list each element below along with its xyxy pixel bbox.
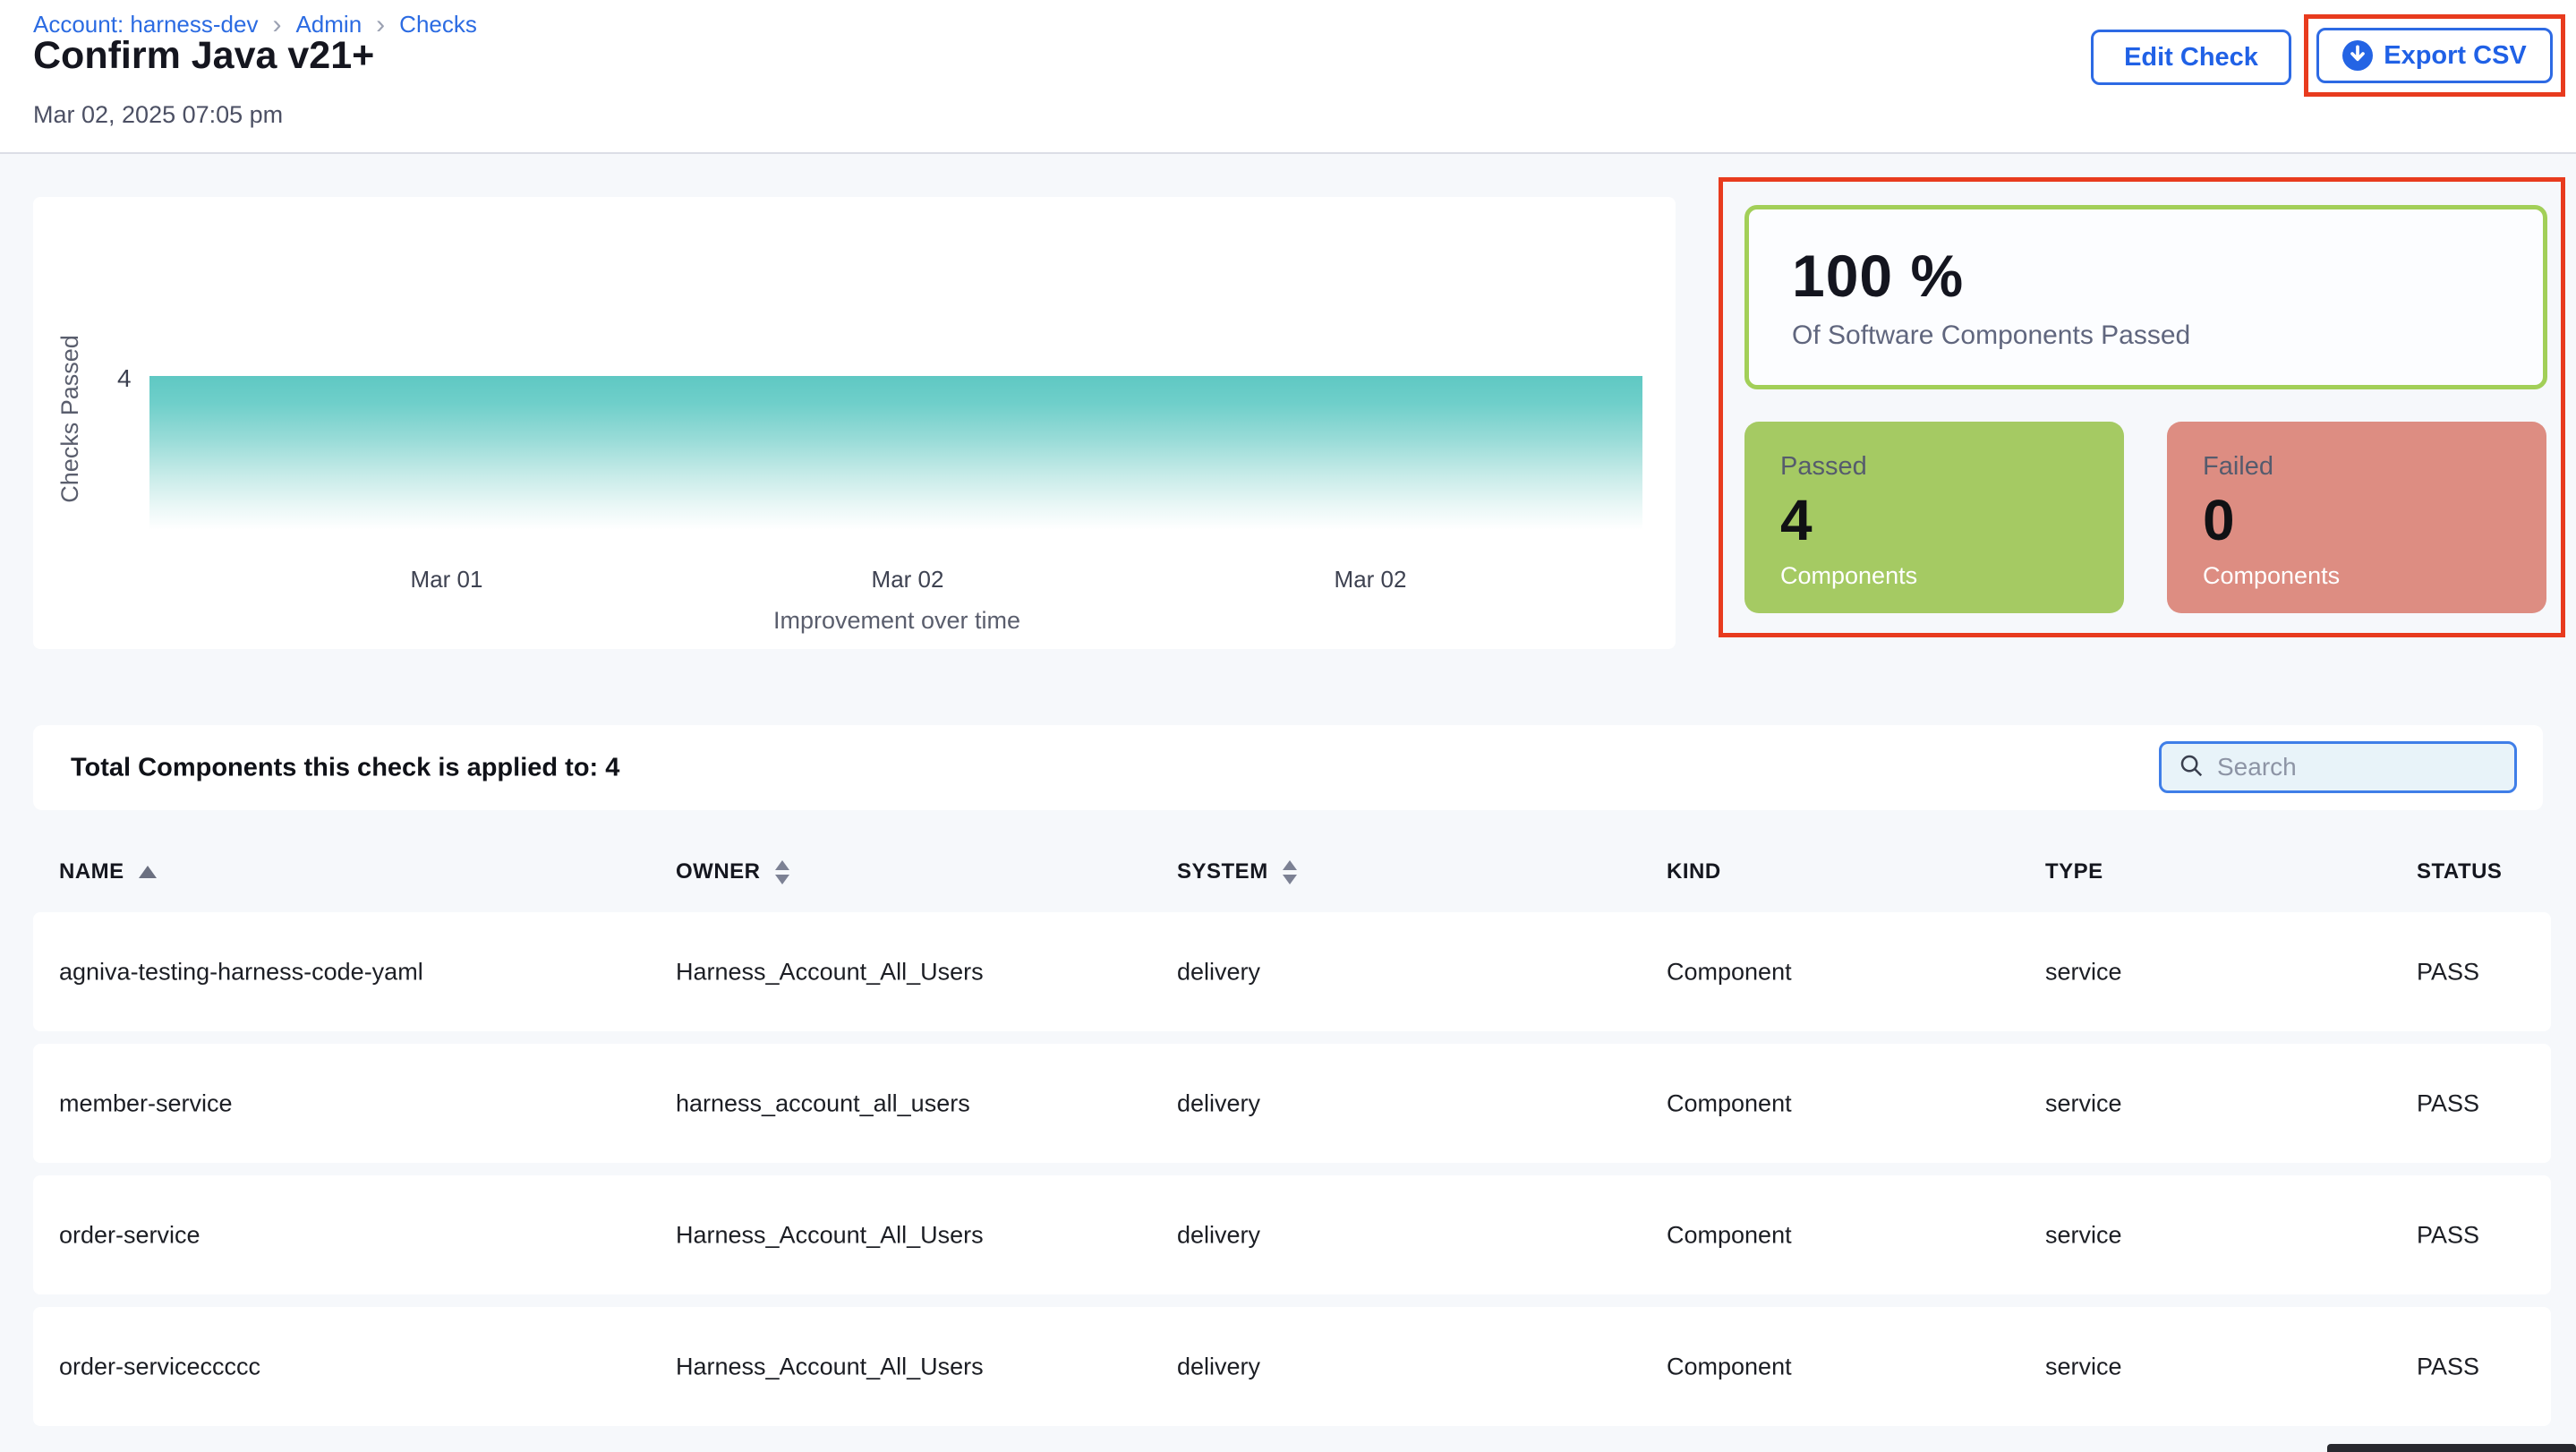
breadcrumb-separator: › (272, 13, 281, 37)
column-header-owner[interactable]: OWNER (676, 859, 789, 884)
column-header-status: STATUS (2417, 859, 2502, 884)
cell-kind: Component (1667, 1221, 1792, 1249)
cell-status: PASS (2417, 1353, 2479, 1380)
y-axis-label: Checks Passed (56, 335, 84, 503)
table-header-row: NAME OWNER SYSTEM KIND TYPE STATUS (33, 846, 2551, 898)
x-axis-caption: Improvement over time (773, 607, 1020, 635)
sort-toggle-icon (1283, 860, 1297, 884)
column-label: NAME (59, 859, 124, 884)
percent-passed-value: 100 % (1792, 242, 2543, 310)
column-header-kind: KIND (1667, 859, 1721, 884)
export-csv-label: Export CSV (2384, 41, 2527, 71)
export-csv-button[interactable]: Export CSV (2316, 28, 2553, 83)
y-axis-tick: 4 (117, 364, 132, 393)
cell-kind: Component (1667, 958, 1792, 986)
cell-status: PASS (2417, 1089, 2479, 1117)
page-title: Confirm Java v21+ (33, 34, 374, 78)
cell-owner: Harness_Account_All_Users (676, 1221, 984, 1249)
cell-name: agniva-testing-harness-code-yaml (59, 958, 423, 986)
x-axis-tick: Mar 01 (411, 566, 483, 594)
breadcrumb-link[interactable]: Checks (399, 11, 477, 38)
column-label: KIND (1667, 859, 1721, 884)
cell-owner: Harness_Account_All_Users (676, 958, 984, 986)
cell-type: service (2045, 1089, 2122, 1117)
search-icon (2178, 752, 2205, 783)
cell-kind: Component (1667, 1089, 1792, 1117)
table-row[interactable]: agniva-testing-harness-code-yaml Harness_… (33, 912, 2551, 1031)
search-box[interactable] (2159, 741, 2517, 793)
search-input[interactable] (2217, 753, 2540, 782)
breadcrumb-separator: › (376, 13, 385, 37)
cell-type: service (2045, 958, 2122, 986)
column-label: STATUS (2417, 859, 2502, 884)
cell-name: member-service (59, 1089, 233, 1117)
stats-annotation-box: 100 % Of Software Components Passed Pass… (1719, 177, 2565, 637)
passed-unit: Components (1780, 562, 2124, 590)
table-body: agniva-testing-harness-code-yaml Harness_… (33, 912, 2551, 1439)
table-row[interactable]: order-serviceccccc Harness_Account_All_Us… (33, 1307, 2551, 1426)
column-label: TYPE (2045, 859, 2103, 884)
cell-owner: Harness_Account_All_Users (676, 1353, 984, 1380)
column-label: SYSTEM (1177, 859, 1268, 884)
edit-check-button[interactable]: Edit Check (2091, 30, 2291, 85)
main-content: Checks Passed 4 Mar 01 Mar 02 Mar 02 Impro… (0, 156, 2576, 1452)
x-axis-labels: Mar 01 Mar 02 Mar 02 (33, 566, 1676, 598)
cell-owner: harness_account_all_users (676, 1089, 970, 1117)
cell-name: order-service (59, 1221, 200, 1249)
percent-passed-card: 100 % Of Software Components Passed (1744, 205, 2547, 389)
sort-toggle-icon (775, 860, 789, 884)
table-row[interactable]: order-service Harness_Account_All_Users de… (33, 1175, 2551, 1294)
area-series (149, 376, 1642, 530)
total-components-bar: Total Components this check is applied t… (33, 725, 2543, 810)
failed-unit: Components (2203, 562, 2546, 590)
table-row[interactable]: member-service harness_account_all_users d… (33, 1044, 2551, 1163)
cell-status: PASS (2417, 958, 2479, 986)
percent-passed-caption: Of Software Components Passed (1792, 320, 2543, 351)
cell-kind: Component (1667, 1353, 1792, 1380)
column-label: OWNER (676, 859, 761, 884)
total-components-label: Total Components this check is applied t… (71, 753, 619, 782)
column-header-type: TYPE (2045, 859, 2103, 884)
check-timestamp: Mar 02, 2025 07:05 pm (33, 101, 283, 129)
cell-system: delivery (1177, 1353, 1260, 1380)
failed-label: Failed (2203, 452, 2546, 482)
bottom-scrollbar-thumb[interactable] (2327, 1444, 2576, 1452)
download-circle-icon (2342, 40, 2373, 71)
passed-label: Passed (1780, 452, 2124, 482)
cell-type: service (2045, 1221, 2122, 1249)
failed-card: Failed 0 Components (2167, 422, 2546, 613)
passed-value: 4 (1780, 487, 2124, 553)
cell-system: delivery (1177, 958, 1260, 986)
failed-value: 0 (2203, 487, 2546, 553)
passed-card: Passed 4 Components (1744, 422, 2124, 613)
cell-system: delivery (1177, 1089, 1260, 1117)
page-header: Account: harness-dev›Admin›Checks Confir… (0, 0, 2576, 154)
cell-name: order-serviceccccc (59, 1353, 260, 1380)
export-annotation-box: Export CSV (2304, 14, 2565, 97)
cell-status: PASS (2417, 1221, 2479, 1249)
column-header-system[interactable]: SYSTEM (1177, 859, 1297, 884)
cell-system: delivery (1177, 1221, 1260, 1249)
cell-type: service (2045, 1353, 2122, 1380)
x-axis-tick: Mar 02 (872, 566, 944, 594)
x-axis-tick: Mar 02 (1335, 566, 1407, 594)
column-header-name[interactable]: NAME (59, 859, 157, 884)
sort-asc-icon (139, 866, 157, 878)
checks-passed-chart-card: Checks Passed 4 Mar 01 Mar 02 Mar 02 Impro… (33, 197, 1676, 649)
